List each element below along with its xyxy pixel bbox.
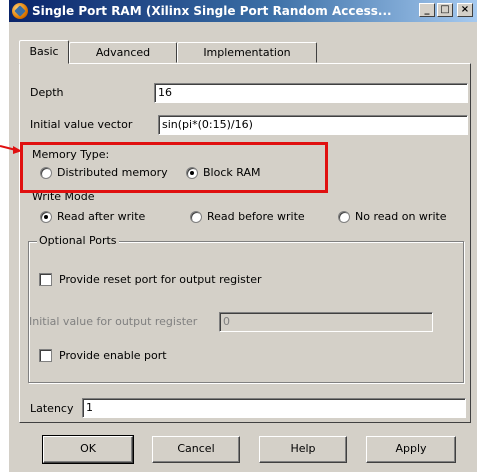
initial-value-label: Initial value vector: [30, 118, 133, 131]
init-output-register-field[interactable]: 0: [219, 312, 433, 332]
tab-basic[interactable]: Basic: [19, 40, 69, 64]
radio-no-read-on-write[interactable]: [338, 211, 350, 223]
enable-port-checkbox[interactable]: [39, 349, 52, 362]
dialog-window: Single Port RAM (Xilinx Single Port Rand…: [8, 0, 477, 472]
tab-page-basic: Depth 16 Initial value vector sin(pi*(0:…: [19, 63, 471, 423]
memory-type-highlight: [20, 142, 328, 193]
minimize-button[interactable]: _: [419, 3, 435, 17]
read-after-write-label[interactable]: Read after write: [57, 210, 145, 223]
reset-port-label[interactable]: Provide reset port for output register: [59, 273, 262, 286]
maximize-button[interactable]: □: [437, 3, 453, 17]
latency-field[interactable]: 1: [82, 398, 466, 418]
window-title: Single Port RAM (Xilinx Single Port Rand…: [32, 4, 392, 18]
tab-implementation[interactable]: Implementation: [177, 42, 317, 63]
ok-button[interactable]: OK: [42, 435, 134, 464]
cancel-button[interactable]: Cancel: [152, 436, 240, 463]
close-button[interactable]: ×: [457, 3, 473, 17]
sysgen-app-icon[interactable]: [12, 3, 28, 19]
optional-ports-title: Optional Ports: [37, 234, 119, 247]
radio-read-after-write[interactable]: [40, 211, 52, 223]
depth-label: Depth: [30, 86, 64, 99]
depth-field[interactable]: 16: [154, 83, 468, 103]
optional-ports-group: Optional Ports Provide reset port for ou…: [28, 234, 464, 383]
enable-port-label[interactable]: Provide enable port: [59, 349, 167, 362]
help-button[interactable]: Help: [259, 436, 347, 463]
init-output-register-label: Initial value for output register: [29, 315, 198, 328]
title-bar[interactable]: Single Port RAM (Xilinx Single Port Rand…: [9, 0, 477, 22]
tab-advanced[interactable]: Advanced: [69, 42, 177, 63]
initial-value-field[interactable]: sin(pi*(0:15)/16): [158, 115, 468, 135]
read-before-write-label[interactable]: Read before write: [207, 210, 305, 223]
apply-button[interactable]: Apply: [366, 436, 456, 463]
reset-port-checkbox[interactable]: [39, 273, 52, 286]
annotation-arrow-icon: [0, 145, 22, 154]
radio-read-before-write[interactable]: [190, 211, 202, 223]
latency-label: Latency: [30, 402, 74, 415]
no-read-on-write-label[interactable]: No read on write: [355, 210, 447, 223]
